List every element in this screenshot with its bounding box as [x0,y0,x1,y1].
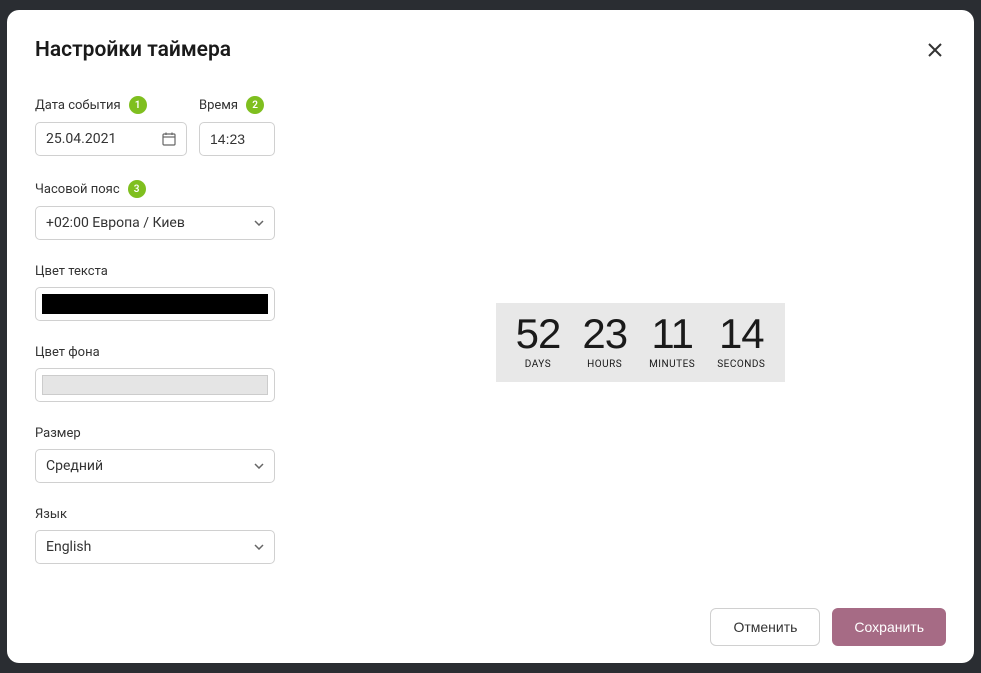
timezone-label-text: Часовой пояс [35,182,120,197]
chevron-down-icon [254,542,264,553]
timezone-select[interactable]: +02:00 Европа / Киев [35,206,275,240]
countdown-seconds: 14 SECONDS [717,313,765,370]
countdown-hours-value: 23 [582,313,627,355]
text-color-group: Цвет текста [35,264,315,321]
countdown-days-value: 52 [516,313,561,355]
countdown-hours: 23 HOURS [582,313,627,370]
bg-color-group: Цвет фона [35,345,315,402]
countdown-seconds-label: SECONDS [717,359,765,370]
date-value: 25.04.2021 [46,131,116,147]
countdown-minutes-label: MINUTES [649,359,695,370]
modal-footer: Отменить Сохранить [35,588,946,646]
badge-2: 2 [246,96,264,114]
size-value: Средний [46,458,103,474]
size-label: Размер [35,426,315,441]
language-label: Язык [35,507,315,522]
badge-1: 1 [129,96,147,114]
timer-settings-modal: Настройки таймера Дата события 1 25.04.2… [7,10,974,663]
timezone-label: Часовой пояс 3 [35,180,315,198]
countdown-seconds-value: 14 [719,313,764,355]
timezone-group: Часовой пояс 3 +02:00 Европа / Киев [35,180,315,240]
save-button[interactable]: Сохранить [832,608,946,646]
preview-column: 52 DAYS 23 HOURS 11 MINUTES 14 SECONDS [335,96,946,588]
badge-3: 3 [128,180,146,198]
bg-color-swatch [42,375,268,395]
close-button[interactable] [924,38,946,64]
language-value: English [46,539,91,555]
text-color-picker[interactable] [35,287,275,321]
chevron-down-icon [254,461,264,472]
language-select[interactable]: English [35,530,275,564]
close-icon [928,41,942,61]
time-label-text: Время [199,98,238,113]
date-label-text: Дата события [35,98,121,113]
countdown-minutes-value: 11 [651,313,693,355]
modal-body: Дата события 1 25.04.2021 Время 2 [35,96,946,588]
bg-color-label: Цвет фона [35,345,315,360]
date-time-row: Дата события 1 25.04.2021 Время 2 [35,96,315,156]
time-input[interactable] [199,122,275,156]
countdown-preview: 52 DAYS 23 HOURS 11 MINUTES 14 SECONDS [496,303,786,382]
size-select[interactable]: Средний [35,449,275,483]
timezone-value: +02:00 Европа / Киев [46,215,185,231]
countdown-hours-label: HOURS [587,359,622,370]
calendar-icon [162,132,176,146]
date-input[interactable]: 25.04.2021 [35,122,187,156]
text-color-label: Цвет текста [35,264,315,279]
time-label: Время 2 [199,96,275,114]
date-group: Дата события 1 25.04.2021 [35,96,187,156]
countdown-days-label: DAYS [525,359,551,370]
cancel-button[interactable]: Отменить [710,608,820,646]
bg-color-picker[interactable] [35,368,275,402]
modal-header: Настройки таймера [35,38,946,64]
modal-title: Настройки таймера [35,38,231,62]
form-column: Дата события 1 25.04.2021 Время 2 [35,96,315,588]
time-group: Время 2 [199,96,275,156]
language-group: Язык English [35,507,315,564]
size-group: Размер Средний [35,426,315,483]
countdown-minutes: 11 MINUTES [649,313,695,370]
date-label: Дата события 1 [35,96,187,114]
countdown-days: 52 DAYS [516,313,561,370]
chevron-down-icon [254,218,264,229]
text-color-swatch [42,294,268,314]
